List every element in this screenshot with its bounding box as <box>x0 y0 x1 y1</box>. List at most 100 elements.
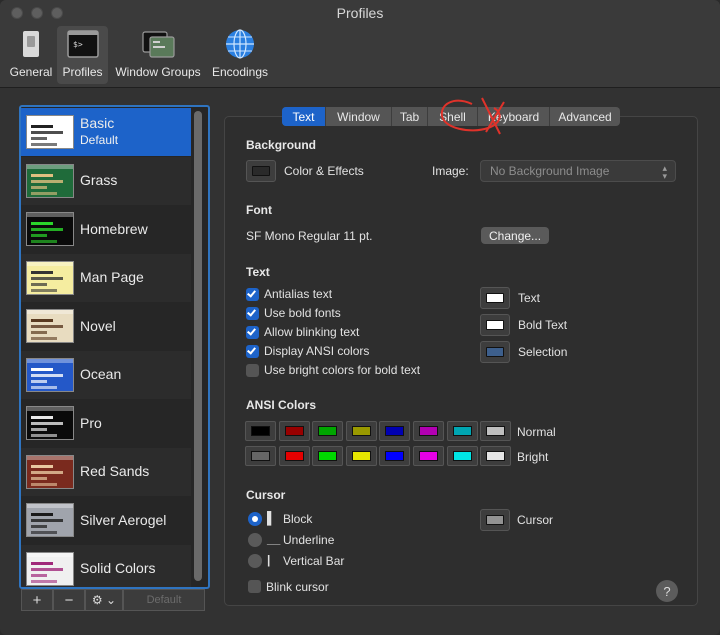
profile-row-silver-aerogel[interactable]: Silver Aerogel <box>21 496 191 544</box>
text-color-swatch[interactable] <box>480 287 510 309</box>
ansi-normal-swatch[interactable] <box>413 421 444 441</box>
profile-row-novel[interactable]: Novel <box>21 302 191 350</box>
general-switch-icon <box>14 28 48 60</box>
ansi-normal-swatch[interactable] <box>245 421 276 441</box>
profile-row-basic[interactable]: Basic Default <box>21 108 191 156</box>
profile-actions-button[interactable]: ⚙ ⌄ <box>85 589 123 611</box>
profile-row-red-sands[interactable]: Red Sands <box>21 447 191 496</box>
ansi-normal-swatch[interactable] <box>379 421 411 441</box>
ansi-bright-swatch[interactable] <box>312 446 344 466</box>
profiles-list[interactable]: Basic Default Grass Homebrew Man Page Novel Oc… <box>19 105 210 589</box>
text-option-checkbox[interactable] <box>246 307 259 320</box>
profile-row-ocean[interactable]: Ocean <box>21 350 191 399</box>
color-effects-label: Color & Effects <box>284 164 364 178</box>
text-color-label: Text <box>518 291 541 305</box>
profile-row-pro[interactable]: Pro <box>21 399 191 447</box>
toolbar-encodings[interactable]: Encodings <box>209 26 271 84</box>
profile-row-solid-colors[interactable]: Solid Colors <box>21 544 191 587</box>
cursor-style-label: Vertical Bar <box>283 554 345 568</box>
toolbar-profiles[interactable]: $> Profiles <box>57 26 108 84</box>
profiles-window: Profiles General $> Profiles Window Grou… <box>0 0 720 635</box>
ansi-normal-swatch[interactable] <box>480 421 512 441</box>
toolbar-window-groups[interactable]: Window Groups <box>112 26 204 84</box>
profile-name-label: Man Page <box>80 269 144 285</box>
toolbar-window-groups-label: Window Groups <box>115 65 201 79</box>
text-option-checkbox[interactable] <box>246 288 259 301</box>
tab-window[interactable]: Window <box>326 107 392 126</box>
default-profile-button[interactable]: Default <box>123 589 205 611</box>
selection-color-label: Selection <box>518 345 568 359</box>
profiles-list-buttons: + − ⚙ ⌄ Default <box>21 589 205 611</box>
tab-tab[interactable]: Tab <box>392 107 428 126</box>
background-image-select[interactable]: No Background Image ▴ ▾ <box>480 160 676 182</box>
ansi-bright-label: Bright <box>517 450 549 464</box>
text-option-checkbox[interactable] <box>246 326 259 339</box>
tab-keyboard[interactable]: Keyboard <box>478 107 550 126</box>
add-profile-button[interactable]: + <box>21 589 53 611</box>
profile-thumbnail <box>26 212 74 246</box>
blink-cursor-checkbox[interactable] <box>248 580 261 593</box>
profile-name-label: Novel <box>80 317 116 334</box>
blink-cursor-label: Blink cursor <box>266 580 329 594</box>
ansi-bright-swatch[interactable] <box>446 446 478 466</box>
ansi-bright-swatch[interactable] <box>345 446 377 466</box>
profile-name: Grass <box>80 172 117 189</box>
profile-thumbnail <box>26 163 74 198</box>
cursor-style-radio[interactable] <box>248 554 262 568</box>
profiles-scrollbar[interactable] <box>194 111 202 581</box>
ansi-normal-swatch[interactable] <box>312 421 344 441</box>
ansi-bright-swatch[interactable] <box>413 446 444 466</box>
profile-name: Novel <box>80 318 116 335</box>
checkmark-icon <box>247 345 256 355</box>
cursor-style-radio[interactable] <box>248 533 262 547</box>
background-section-title: Background <box>246 138 317 152</box>
toolbar-general[interactable]: General <box>6 26 56 84</box>
settings-tabs: Text Window Tab Shell Keyboard Advanced <box>282 107 620 126</box>
background-color-swatch[interactable] <box>246 160 276 182</box>
profile-name-label: Basic <box>80 115 115 131</box>
text-option-label: Use bold fonts <box>264 306 341 320</box>
cursor-color-swatch[interactable] <box>480 509 510 531</box>
profile-name: Ocean <box>80 366 121 383</box>
selection-color-swatch[interactable] <box>480 341 510 363</box>
cursor-section-title: Cursor <box>246 488 286 502</box>
ansi-bright-swatch[interactable] <box>278 446 310 466</box>
tab-text[interactable]: Text <box>282 107 326 126</box>
text-option-label: Antialias text <box>264 287 333 301</box>
remove-profile-button[interactable]: − <box>53 589 85 611</box>
profile-name: Basic Default <box>80 115 118 149</box>
profile-subtitle: Default <box>80 133 119 147</box>
profile-row-man-page[interactable]: Man Page <box>21 253 191 302</box>
tab-shell[interactable]: Shell <box>428 107 478 126</box>
profile-name: Red Sands <box>80 463 149 480</box>
text-option-label: Display ANSI colors <box>264 344 370 358</box>
ansi-normal-swatch[interactable] <box>446 421 478 441</box>
toolbar-profiles-label: Profiles <box>62 65 103 79</box>
profile-row-grass[interactable]: Grass <box>21 156 191 205</box>
profile-thumbnail <box>26 115 74 149</box>
ansi-section-title: ANSI Colors <box>246 398 317 412</box>
text-option-checkbox[interactable] <box>246 364 259 377</box>
profile-row-homebrew[interactable]: Homebrew <box>21 205 191 253</box>
profile-thumbnail <box>26 454 74 489</box>
help-button[interactable]: ? <box>656 580 678 602</box>
cursor-color-label: Cursor <box>517 513 554 527</box>
ansi-bright-swatch[interactable] <box>245 446 276 466</box>
profile-name-label: Silver Aerogel <box>80 511 167 528</box>
ansi-bright-swatch[interactable] <box>480 446 512 466</box>
checkmark-icon <box>247 288 256 298</box>
select-chevron-icon: ▴ ▾ <box>662 163 667 181</box>
ansi-normal-swatch[interactable] <box>278 421 310 441</box>
profile-name: Silver Aerogel <box>80 512 166 529</box>
cursor-style-glyph: | <box>267 553 271 567</box>
ansi-normal-swatch[interactable] <box>345 421 377 441</box>
text-option-label: Use bright colors for bold text <box>264 363 421 377</box>
text-option-checkbox[interactable] <box>246 345 259 358</box>
ansi-bright-swatch[interactable] <box>379 446 411 466</box>
bold-text-color-swatch[interactable] <box>480 314 510 336</box>
tab-advanced[interactable]: Advanced <box>550 107 620 126</box>
svg-text:$>: $> <box>73 40 83 49</box>
globe-icon <box>223 28 257 60</box>
cursor-style-radio[interactable] <box>248 512 262 526</box>
change-font-button[interactable]: Change... <box>481 227 550 244</box>
